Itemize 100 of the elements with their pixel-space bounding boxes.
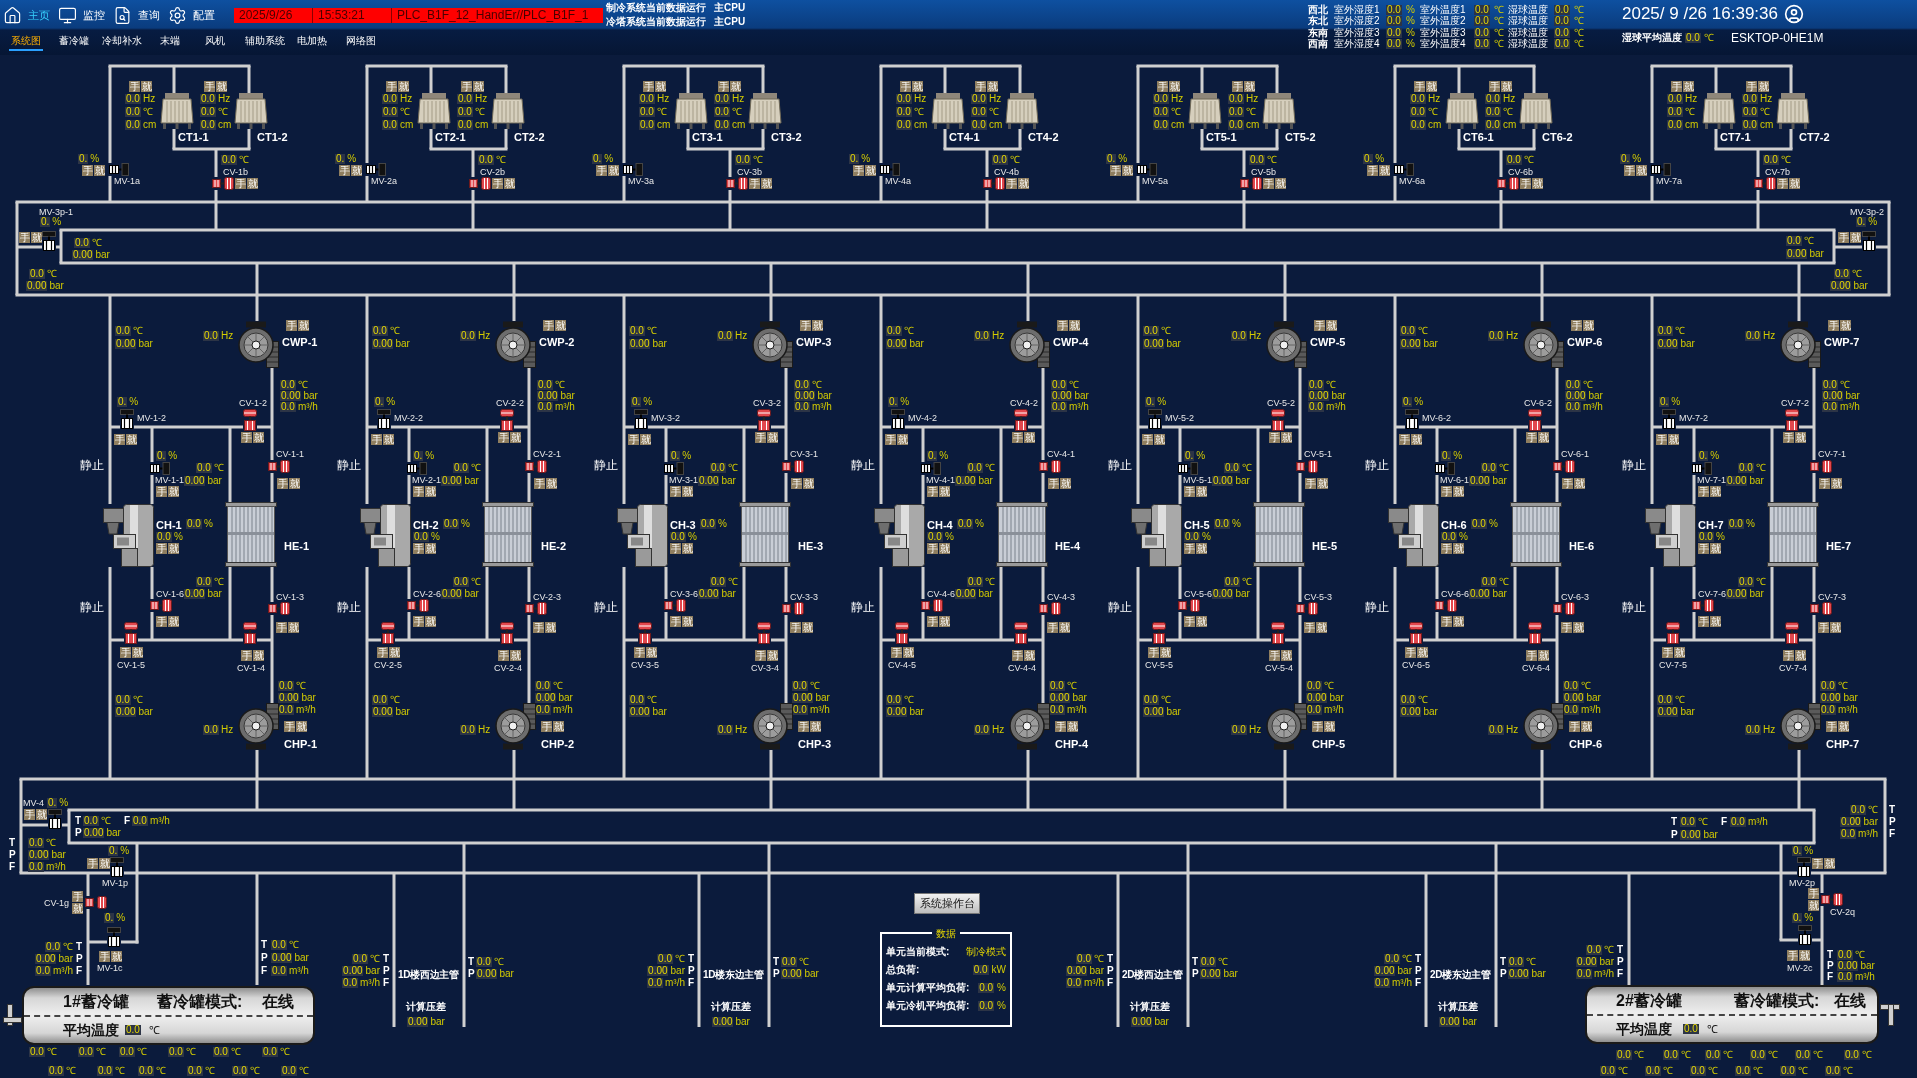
mode-button[interactable]: 就 — [1067, 721, 1078, 732]
mode-button[interactable]: 手 — [1818, 622, 1829, 633]
mode-button[interactable]: 就 — [510, 432, 521, 443]
mode-button[interactable]: 就 — [1758, 81, 1769, 92]
mode-button[interactable]: 手 — [156, 486, 167, 497]
mode-button[interactable]: 就 — [94, 165, 105, 176]
mode-button[interactable]: 就 — [1060, 478, 1071, 489]
nav-button[interactable]: 配置 — [168, 5, 215, 25]
mode-button[interactable]: 手 — [1826, 721, 1837, 732]
mode-button[interactable]: 手 — [891, 647, 902, 658]
mode-button[interactable]: 就 — [682, 543, 693, 554]
mode-button[interactable]: 手 — [156, 543, 167, 554]
nav-button[interactable]: 监控 — [58, 5, 105, 25]
mode-button[interactable]: 就 — [398, 81, 409, 92]
mode-button[interactable]: 手 — [1526, 432, 1537, 443]
mode-button[interactable]: 手 — [82, 165, 93, 176]
mode-button[interactable]: 就 — [1316, 622, 1327, 633]
tab[interactable]: 末端 — [158, 34, 182, 51]
mode-button[interactable]: 手 — [1808, 888, 1819, 899]
mode-button[interactable]: 就 — [1426, 81, 1437, 92]
mode-button[interactable]: 手 — [492, 178, 503, 189]
mode-button[interactable]: 就 — [1196, 616, 1207, 627]
mode-button[interactable]: 手 — [1441, 486, 1452, 497]
mode-button[interactable]: 手 — [1012, 650, 1023, 661]
mode-button[interactable]: 就 — [425, 486, 436, 497]
mode-button[interactable]: 就 — [36, 809, 47, 820]
mode-button[interactable]: 就 — [1795, 432, 1806, 443]
mode-button[interactable]: 就 — [1169, 81, 1180, 92]
mode-button[interactable]: 就 — [1710, 616, 1721, 627]
nav-button[interactable]: 查询 — [113, 5, 160, 25]
mode-button[interactable]: 手 — [885, 434, 896, 445]
user-icon[interactable] — [1784, 3, 1804, 24]
mode-button[interactable]: 就 — [1674, 647, 1685, 658]
mode-button[interactable]: 手 — [900, 81, 911, 92]
mode-button[interactable]: 手 — [461, 81, 472, 92]
mode-button[interactable]: 手 — [241, 432, 252, 443]
mode-button[interactable]: 就 — [298, 320, 309, 331]
mode-button[interactable]: 就 — [553, 721, 564, 732]
mode-button[interactable]: 就 — [1196, 543, 1207, 554]
mode-button[interactable]: 手 — [755, 432, 766, 443]
mode-button[interactable]: 手 — [853, 165, 864, 176]
mode-button[interactable]: 就 — [425, 543, 436, 554]
mode-button[interactable]: 手 — [1777, 178, 1788, 189]
mode-button[interactable]: 手 — [1569, 721, 1580, 732]
mode-button[interactable]: 就 — [1850, 232, 1861, 243]
mode-button[interactable]: 就 — [939, 486, 950, 497]
mode-button[interactable]: 就 — [1317, 478, 1328, 489]
mode-button[interactable]: 手 — [927, 486, 938, 497]
mode-button[interactable]: 就 — [1838, 721, 1849, 732]
tab[interactable]: 冷却补水 — [100, 34, 144, 51]
mode-button[interactable]: 手 — [1783, 650, 1794, 661]
mode-button[interactable]: 就 — [1160, 647, 1171, 658]
mode-button[interactable]: 就 — [168, 616, 179, 627]
mode-button[interactable]: 就 — [389, 647, 400, 658]
mode-button[interactable]: 就 — [1326, 320, 1337, 331]
mode-button[interactable]: 就 — [1710, 543, 1721, 554]
mode-button[interactable]: 手 — [1399, 434, 1410, 445]
mode-button[interactable]: 手 — [129, 81, 140, 92]
mode-button[interactable]: 就 — [99, 858, 110, 869]
mode-button[interactable]: 就 — [1154, 434, 1165, 445]
mode-button[interactable]: 手 — [1671, 81, 1682, 92]
mode-button[interactable]: 就 — [473, 81, 484, 92]
mode-button[interactable]: 就 — [939, 616, 950, 627]
mode-button[interactable]: 就 — [1501, 81, 1512, 92]
mode-button[interactable]: 手 — [1047, 622, 1058, 633]
mode-button[interactable]: 手 — [498, 432, 509, 443]
mode-button[interactable]: 就 — [1789, 178, 1800, 189]
mode-button[interactable]: 手 — [235, 178, 246, 189]
mode-button[interactable]: 就 — [1574, 478, 1585, 489]
mode-button[interactable]: 手 — [1184, 616, 1195, 627]
mode-button[interactable]: 手 — [1157, 81, 1168, 92]
mode-button[interactable]: 就 — [1824, 858, 1835, 869]
mode-button[interactable]: 就 — [897, 434, 908, 445]
mode-button[interactable]: 就 — [168, 543, 179, 554]
mode-button[interactable]: 就 — [655, 81, 666, 92]
mode-button[interactable]: 就 — [111, 951, 122, 962]
mode-button[interactable]: 手 — [72, 891, 83, 902]
mode-button[interactable]: 就 — [1581, 721, 1592, 732]
mode-button[interactable]: 就 — [802, 622, 813, 633]
mode-button[interactable]: 手 — [1441, 616, 1452, 627]
mode-button[interactable]: 就 — [865, 165, 876, 176]
tab[interactable]: 辅助系统 — [243, 34, 287, 51]
mode-button[interactable]: 手 — [386, 81, 397, 92]
mode-button[interactable]: 就 — [126, 434, 137, 445]
mode-button[interactable]: 手 — [156, 616, 167, 627]
mode-button[interactable]: 手 — [1142, 434, 1153, 445]
mode-button[interactable]: 就 — [761, 178, 772, 189]
mode-button[interactable]: 手 — [670, 616, 681, 627]
mode-button[interactable]: 手 — [114, 434, 125, 445]
mode-button[interactable]: 就 — [767, 650, 778, 661]
mode-button[interactable]: 就 — [1281, 650, 1292, 661]
mode-button[interactable]: 就 — [1122, 165, 1133, 176]
mode-button[interactable]: 手 — [534, 478, 545, 489]
mode-button[interactable]: 手 — [927, 543, 938, 554]
mode-button[interactable]: 就 — [1453, 486, 1464, 497]
mode-button[interactable]: 就 — [987, 81, 998, 92]
mode-button[interactable]: 就 — [608, 165, 619, 176]
mode-button[interactable]: 就 — [1795, 650, 1806, 661]
tab[interactable]: 网络图 — [344, 34, 378, 51]
mode-button[interactable]: 就 — [72, 903, 83, 914]
